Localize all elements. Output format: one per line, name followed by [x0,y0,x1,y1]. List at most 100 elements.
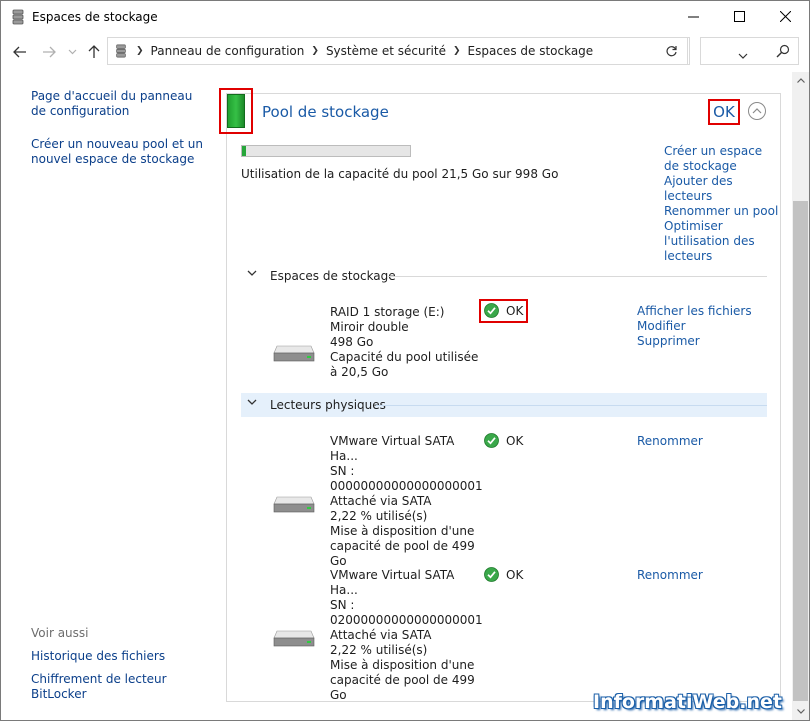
watermark-logo: InformatiWeb.net [593,691,782,713]
pool-capacity-text: Utilisation de la capacité du pool 21,5 … [241,167,559,181]
section-divider [376,405,767,406]
sidebar-link-control-panel-home[interactable]: Page d'accueil du panneau de configurati… [31,89,206,119]
ok-check-icon [484,567,499,582]
breadcrumb-item[interactable]: Panneau de configuration [151,44,305,58]
drive-actions: Renommer [637,434,703,449]
refresh-icon [666,45,677,56]
drive-name: VMware Virtual SATA Ha... [330,568,455,597]
up-button[interactable] [85,42,103,62]
chevron-down-icon [68,49,76,55]
hard-drive-icon [273,496,315,513]
drive-status-text: OK [506,433,524,448]
ok-check-icon [484,433,499,448]
pool-capacity-bar [241,145,411,157]
drive-sn-label: SN : [330,464,355,478]
physical-drives-section-header[interactable]: Lecteurs physiques [241,393,767,417]
breadcrumb-separator-icon: ❯ [311,46,319,56]
drive-usage: 2,22 % utilisé(s) [330,509,428,523]
chevron-down-icon [796,709,805,714]
pool-title: Pool de stockage [262,103,389,121]
breadcrumb-item[interactable]: Espaces de stockage [468,44,594,58]
scroll-up-button[interactable] [792,72,809,89]
drive-actions: Renommer [637,568,703,583]
chevron-down-icon [247,399,257,405]
section-divider [387,276,767,277]
refresh-button[interactable] [656,37,688,65]
storage-spaces-icon [116,44,126,58]
drive-status-text: OK [506,567,524,582]
maximize-icon [733,11,745,22]
storage-spaces-heading: Espaces de stockage [270,269,396,283]
close-icon [779,11,791,22]
collapse-pool-button[interactable] [748,102,766,120]
drive-name: VMware Virtual SATA Ha... [330,434,455,463]
close-button[interactable] [762,1,808,32]
drive-sn: 00000000000000000001 [330,479,483,493]
forward-arrow-icon [43,46,56,58]
pool-status: OK [713,103,735,121]
storage-pool-panel: Pool de stockage OK Utilisation de la ca… [219,88,781,703]
optimize-drive-usage-link[interactable]: Optimiser l'utilisation des lecteurs [664,219,779,264]
breadcrumb-separator-icon: ❯ [136,46,144,56]
drive-connection: Attaché via SATA [330,628,432,642]
sidebar-link-create-pool[interactable]: Créer un nouveau pool et un nouvel espac… [31,137,206,167]
minimize-button[interactable] [670,1,716,32]
chevron-down-icon [247,270,257,276]
drive-connection: Attaché via SATA [330,494,432,508]
pool-capacity-fill [242,146,246,156]
ok-check-icon [484,303,499,318]
drive-status: OK [484,567,523,582]
minimize-icon [687,16,699,18]
window: Espaces de stockage ❯ Panneau de configu… [0,0,810,721]
chevron-up-icon [796,78,805,83]
scroll-down-button[interactable] [792,703,809,720]
search-icon [776,44,790,58]
drive-provides: Mise à disposition d'une capacité de poo… [330,524,475,568]
add-drives-link[interactable]: Ajouter des lecteurs [664,174,779,204]
storage-spaces-icon [12,9,24,24]
see-also-bitlocker[interactable]: Chiffrement de lecteur BitLocker [31,672,171,702]
drive-sn: 02000000000000000001 [330,613,483,627]
rename-pool-link[interactable]: Renommer un pool [664,204,779,219]
breadcrumb-separator-icon: ❯ [452,46,461,56]
drive-provides: Mise à disposition d'une capacité de poo… [330,658,475,702]
space-usage: Capacité du pool utilisée à 20,5 Go [330,350,479,379]
drive-status: OK [484,433,523,448]
maximize-button[interactable] [716,1,762,32]
create-space-link[interactable]: Créer un espace de stockage [664,144,779,174]
search-input[interactable] [705,42,775,62]
view-files-link[interactable]: Afficher les fichiers [637,304,752,319]
rename-drive-link[interactable]: Renommer [637,568,703,583]
drive-sn-label: SN : [330,598,355,612]
modify-space-link[interactable]: Modifier [637,319,752,334]
storage-space-info: RAID 1 storage (E:) Miroir double 498 Go… [330,305,480,380]
see-also-file-history[interactable]: Historique des fichiers [31,649,165,664]
space-type: Miroir double [330,320,409,334]
see-also-heading: Voir aussi [31,626,89,640]
physical-drive-info: VMware Virtual SATA Ha... SN : 000000000… [330,434,483,569]
storage-spaces-section-header[interactable]: Espaces de stockage [241,264,767,288]
space-status-text: OK [506,303,524,318]
space-size: 498 Go [330,335,374,349]
back-arrow-icon [13,46,26,58]
breadcrumb-item[interactable]: Système et sécurité [326,44,446,58]
delete-space-link[interactable]: Supprimer [637,334,752,349]
back-button[interactable] [11,42,29,62]
recent-locations-button[interactable] [63,42,81,62]
chevron-up-icon [752,108,762,114]
search-box[interactable] [700,37,799,65]
drive-usage: 2,22 % utilisé(s) [330,643,428,657]
space-actions: Afficher les fichiers Modifier Supprimer [637,304,752,349]
scrollbar-thumb[interactable] [793,201,808,701]
forward-button[interactable] [40,42,58,62]
title-bar: Espaces de stockage [1,1,809,32]
vertical-scrollbar[interactable] [792,72,809,720]
up-arrow-icon [88,45,100,58]
storage-pool-icon [227,94,245,128]
address-bar[interactable]: ❯ Panneau de configuration ❯ Système et … [107,37,748,65]
rename-drive-link[interactable]: Renommer [637,434,703,449]
space-name: RAID 1 storage (E:) [330,305,445,319]
physical-drive-info: VMware Virtual SATA Ha... SN : 020000000… [330,568,483,703]
pool-status-highlight: OK [708,99,740,125]
space-status: OK [484,303,523,318]
